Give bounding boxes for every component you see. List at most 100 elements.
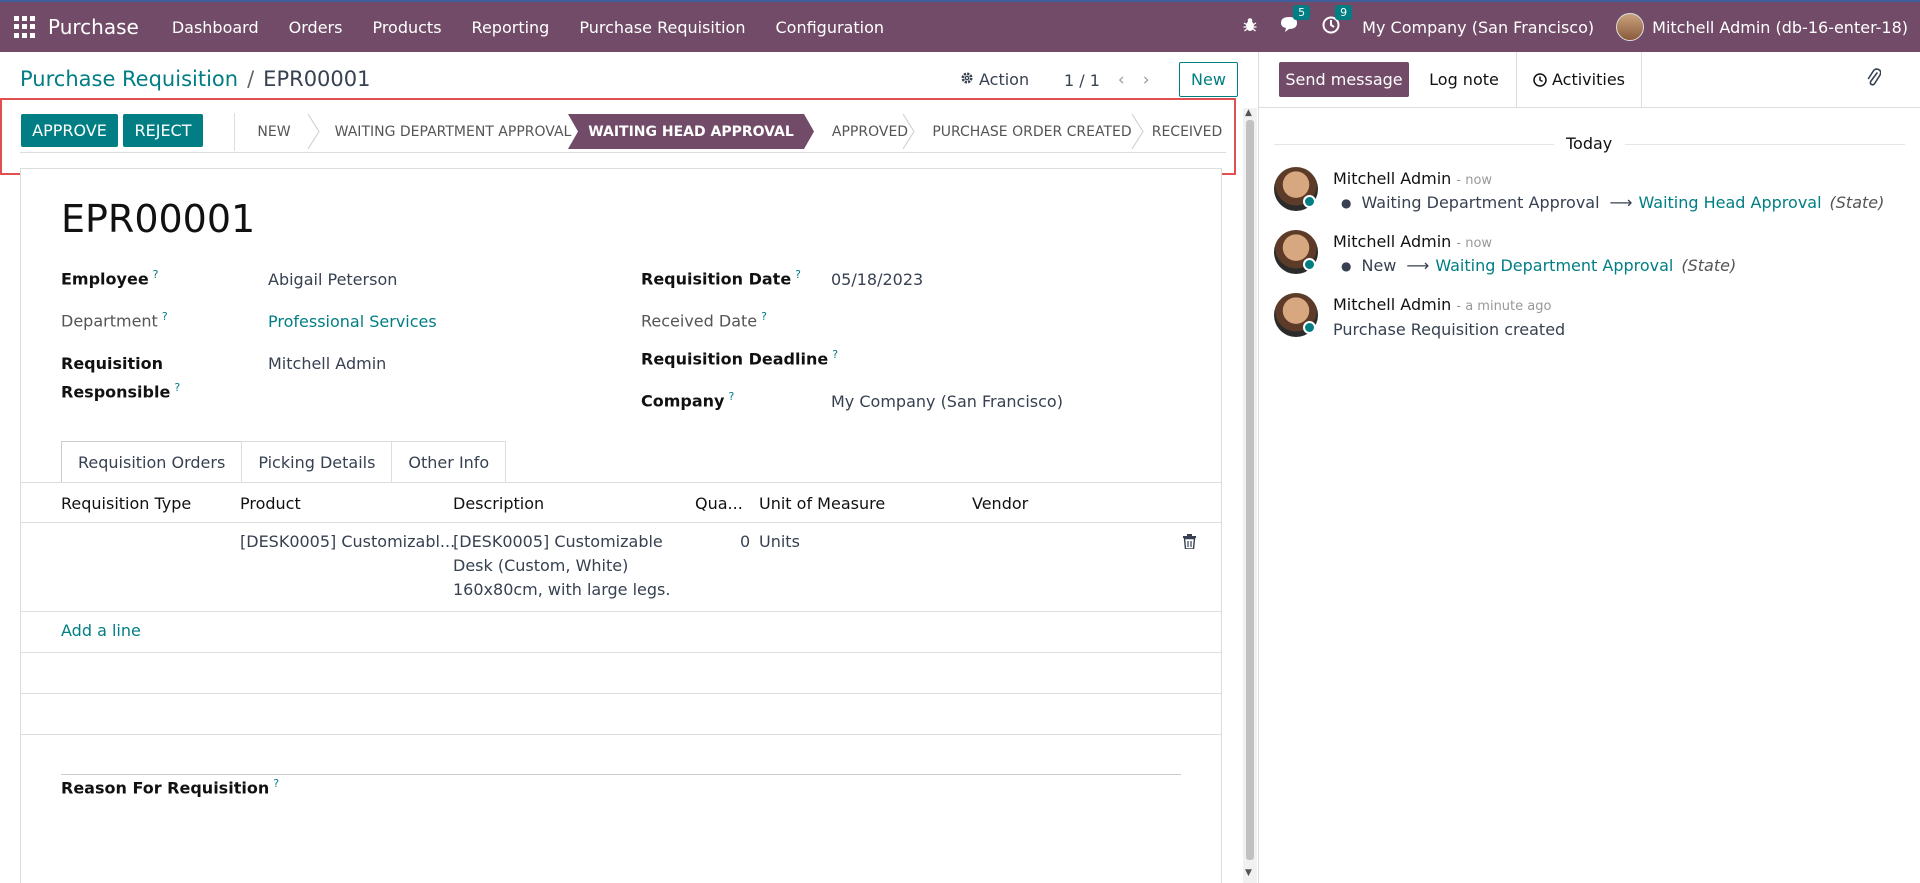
stage-new[interactable]: NEW: [248, 114, 300, 149]
table-row-divider: [20, 611, 1222, 612]
table-header-divider: [20, 522, 1222, 523]
add-a-line-link[interactable]: Add a line: [61, 621, 141, 640]
notebook-tabs: Requisition Orders Picking Details Other…: [61, 441, 507, 483]
table-row-divider: [20, 693, 1222, 694]
user-menu[interactable]: Mitchell Admin (db-16-enter-18): [1652, 18, 1908, 37]
department-field[interactable]: Professional Services: [268, 312, 437, 331]
stage-separator: [903, 114, 915, 149]
today-divider: [1274, 144, 1554, 145]
today-divider: [1625, 144, 1905, 145]
delete-line-trash-icon[interactable]: [1183, 534, 1196, 550]
approve-button[interactable]: APPROVE: [21, 114, 118, 147]
pager-value[interactable]: 1 / 1: [1064, 71, 1100, 90]
form-scrollbar[interactable]: ▲ ▼: [1243, 108, 1257, 883]
reason-separator: [61, 774, 1181, 775]
help-tooltip-icon[interactable]: ?: [174, 381, 180, 394]
employee-label: Employee?: [61, 268, 159, 289]
online-status-dot: [1303, 321, 1316, 334]
apps-menu-icon[interactable]: [14, 16, 36, 38]
tab-divider: [20, 482, 1222, 483]
breadcrumb: Purchase Requisition / EPR00001: [20, 67, 371, 91]
employee-field[interactable]: Abigail Peterson: [268, 270, 397, 289]
activities-button[interactable]: Activities: [1516, 52, 1642, 107]
statusbar-divider: [234, 113, 235, 151]
column-product[interactable]: Product: [240, 494, 301, 513]
stage-received[interactable]: RECEIVED: [1148, 114, 1226, 149]
message-author[interactable]: Mitchell Admin - a minute ago: [1333, 295, 1551, 314]
tab-picking-details[interactable]: Picking Details: [241, 441, 393, 483]
column-requisition-type[interactable]: Requisition Type: [61, 494, 191, 513]
gear-icon: [960, 70, 974, 89]
reject-button[interactable]: REJECT: [123, 114, 203, 147]
stage-waiting-department-approval[interactable]: WAITING DEPARTMENT APPROVAL: [322, 114, 584, 149]
cell-description[interactable]: [DESK0005] Customizable Desk (Custom, Wh…: [453, 530, 670, 602]
company-field[interactable]: My Company (San Francisco): [831, 392, 1063, 411]
cell-quantity[interactable]: 0: [740, 530, 750, 554]
tab-other-info[interactable]: Other Info: [391, 441, 507, 483]
help-tooltip-icon[interactable]: ?: [162, 310, 168, 323]
requisition-responsible-field[interactable]: Mitchell Admin: [268, 354, 386, 373]
company-switcher[interactable]: My Company (San Francisco): [1362, 18, 1594, 37]
stage-separator: [308, 114, 320, 149]
menu-reporting[interactable]: Reporting: [457, 18, 565, 37]
help-tooltip-icon[interactable]: ?: [728, 390, 734, 403]
scroll-down-arrow-icon[interactable]: ▼: [1245, 868, 1252, 878]
help-tooltip-icon[interactable]: ?: [832, 348, 838, 361]
column-description[interactable]: Description: [453, 494, 544, 513]
new-record-button[interactable]: New: [1179, 62, 1238, 97]
send-message-button[interactable]: Send message: [1279, 62, 1409, 97]
breadcrumb-parent-link[interactable]: Purchase Requisition: [20, 67, 238, 91]
message-time: - now: [1456, 236, 1493, 251]
today-label: Today: [1566, 134, 1613, 153]
attachment-paperclip-icon[interactable]: [1867, 68, 1882, 88]
arrow-right-icon: ⟶: [1406, 256, 1430, 275]
help-tooltip-icon[interactable]: ?: [795, 268, 801, 281]
help-tooltip-icon[interactable]: ?: [273, 777, 279, 790]
arrow-right-icon: ⟶: [1609, 193, 1633, 212]
log-note-button[interactable]: Log note: [1412, 62, 1516, 97]
table-row-divider: [20, 652, 1222, 653]
message-body: Purchase Requisition created: [1333, 320, 1566, 339]
messages-icon[interactable]: 5: [1280, 5, 1311, 38]
action-label: Action: [979, 70, 1030, 89]
menu-purchase-requisition[interactable]: Purchase Requisition: [564, 18, 760, 37]
pager: 1 / 1 ‹ ›: [1064, 70, 1150, 90]
statusbar: APPROVE REJECT NEW WAITING DEPARTMENT AP…: [20, 113, 1226, 153]
app-name[interactable]: Purchase: [48, 15, 139, 39]
scrollbar-thumb[interactable]: [1246, 120, 1254, 860]
pager-previous-icon[interactable]: ‹: [1118, 70, 1125, 90]
requisition-date-field[interactable]: 05/18/2023: [831, 270, 923, 289]
requisition-date-label: Requisition Date?: [641, 268, 802, 289]
company-label: Company?: [641, 390, 735, 411]
received-date-label: Received Date?: [641, 310, 767, 331]
column-quantity[interactable]: Qua...: [695, 494, 743, 513]
menu-dashboard[interactable]: Dashboard: [157, 18, 274, 37]
help-tooltip-icon[interactable]: ?: [153, 268, 159, 281]
requisition-deadline-label: Requisition Deadline?: [641, 348, 839, 369]
scroll-up-arrow-icon[interactable]: ▲: [1245, 108, 1252, 118]
debug-bug-icon[interactable]: [1242, 17, 1258, 37]
message-author[interactable]: Mitchell Admin - now: [1333, 232, 1492, 251]
stage-purchase-order-created[interactable]: PURCHASE ORDER CREATED: [918, 114, 1146, 149]
tracking-value: ● New ⟶ Waiting Department Approval (Sta…: [1341, 256, 1737, 275]
column-vendor[interactable]: Vendor: [972, 494, 1028, 513]
help-tooltip-icon[interactable]: ?: [761, 310, 767, 323]
cell-unit-of-measure[interactable]: Units: [759, 530, 800, 554]
cell-product[interactable]: [DESK0005] Customizabl...: [240, 530, 455, 554]
activities-clock-icon[interactable]: 9: [1322, 5, 1353, 38]
menu-configuration[interactable]: Configuration: [760, 18, 899, 37]
requisition-responsible-label: Requisition Responsible?: [61, 354, 181, 402]
table-row-divider: [20, 734, 1222, 735]
menu-products[interactable]: Products: [357, 18, 456, 37]
tab-requisition-orders[interactable]: Requisition Orders: [61, 441, 243, 483]
user-avatar[interactable]: [1616, 13, 1645, 41]
menu-orders[interactable]: Orders: [274, 18, 358, 37]
stage-waiting-head-approval[interactable]: WAITING HEAD APPROVAL: [568, 114, 814, 149]
action-menu-button[interactable]: Action: [960, 70, 1029, 89]
message-author[interactable]: Mitchell Admin - now: [1333, 169, 1492, 188]
statusbar-highlight: APPROVE REJECT NEW WAITING DEPARTMENT AP…: [0, 98, 1236, 175]
top-navbar: Purchase Dashboard Orders Products Repor…: [0, 0, 1920, 52]
activities-count-badge: 9: [1335, 5, 1353, 20]
pager-next-icon[interactable]: ›: [1143, 70, 1150, 90]
column-unit-of-measure[interactable]: Unit of Measure: [759, 494, 885, 513]
